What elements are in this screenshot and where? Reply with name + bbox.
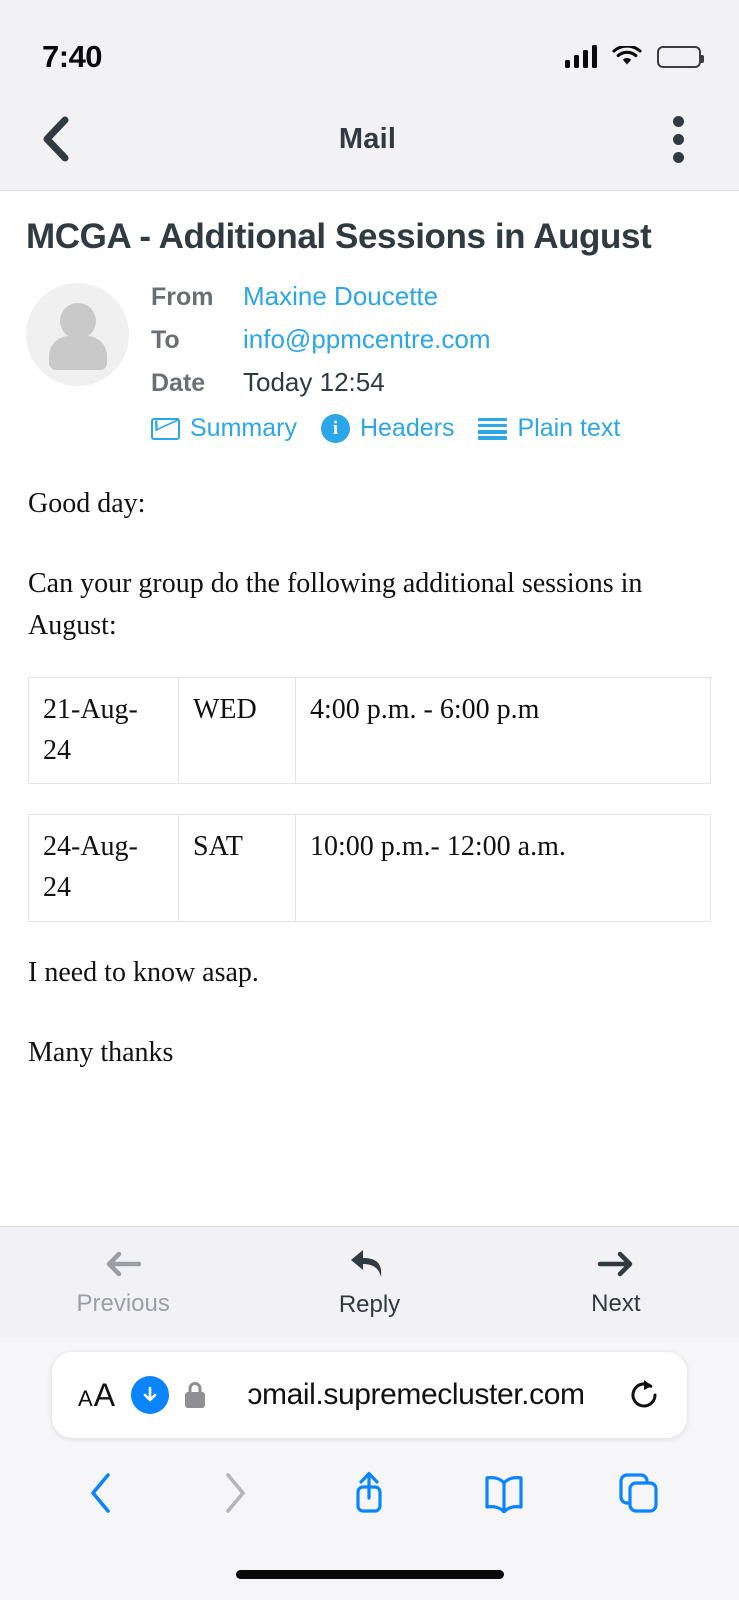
summary-action[interactable]: Summary: [151, 414, 297, 443]
email-fields: From Maxine Doucette To info@ppmcentre.c…: [151, 279, 713, 444]
email-action-links: Summary i Headers Plain text: [151, 414, 713, 444]
status-indicators: [564, 45, 704, 68]
home-indicator: [0, 1548, 739, 1600]
plain-text-label: Plain text: [517, 414, 621, 443]
table-row: 24-Aug-24 SAT 10:00 p.m.- 12:00 a.m.: [28, 814, 711, 922]
body-intro: Can your group do the following addition…: [28, 568, 643, 642]
cell-day: WED: [178, 677, 296, 785]
bookmarks-book-icon[interactable]: [467, 1456, 541, 1530]
reply-label: Reply: [338, 1290, 401, 1318]
previous-button[interactable]: Previous: [0, 1248, 246, 1318]
email-view: MCGA - Additional Sessions in August Fro…: [0, 191, 739, 1226]
text-size-small-a: A: [78, 1385, 93, 1411]
envelope-icon: [151, 417, 180, 440]
previous-label: Previous: [76, 1289, 170, 1317]
email-field-date: Date Today 12:54: [151, 367, 713, 398]
reload-icon[interactable]: [627, 1378, 661, 1412]
schedule-table-2: 24-Aug-24 SAT 10:00 p.m.- 12:00 a.m.: [28, 814, 711, 922]
battery-low-icon: [657, 46, 704, 68]
arrow-left-icon: [106, 1251, 142, 1276]
email-meta: From Maxine Doucette To info@ppmcentre.c…: [26, 279, 713, 444]
email-field-from: From Maxine Doucette: [151, 281, 713, 312]
info-circle-icon: i: [320, 414, 350, 444]
lock-icon: [185, 1382, 206, 1408]
back-chevron-icon[interactable]: [64, 1456, 138, 1530]
forward-chevron-icon: [198, 1456, 272, 1530]
body-signoff: Many thanks: [28, 1036, 174, 1068]
status-time: 7:40: [42, 39, 103, 74]
email-subject: MCGA - Additional Sessions in August: [26, 217, 652, 256]
summary-label: Summary: [190, 414, 297, 443]
cell-day: SAT: [178, 814, 296, 922]
share-icon[interactable]: [332, 1456, 406, 1530]
headers-action[interactable]: i Headers: [320, 414, 455, 444]
field-label-from: From: [151, 283, 214, 312]
safari-chrome: AA ɔmail.supremecluster.com: [0, 1338, 739, 1600]
download-arrow-icon[interactable]: [131, 1376, 170, 1414]
list-lines-icon: [478, 417, 508, 440]
url-text[interactable]: ɔmail.supremecluster.com: [221, 1378, 611, 1412]
mail-nav-bar: Previous Reply Next: [0, 1226, 739, 1338]
field-label-date: Date: [151, 369, 206, 398]
phone-screen: 7:40 Mail MCGA - Additional Sessions in …: [0, 0, 739, 1600]
field-value-to[interactable]: info@ppmcentre.com: [243, 324, 491, 355]
address-bar[interactable]: AA ɔmail.supremecluster.com: [52, 1352, 687, 1438]
text-size-button[interactable]: AA: [78, 1377, 115, 1414]
cell-date: 24-Aug-24: [28, 814, 179, 922]
text-size-large-a: A: [93, 1376, 116, 1413]
reply-button[interactable]: Reply: [246, 1247, 492, 1319]
wifi-icon: [612, 46, 642, 65]
cell-time: 10:00 p.m.- 12:00 a.m.: [295, 814, 711, 922]
mail-app-header: Mail: [0, 88, 739, 191]
overflow-menu-icon[interactable]: [649, 109, 709, 169]
arrow-right-icon: [597, 1251, 633, 1276]
body-greeting: Good day:: [28, 488, 146, 520]
body-request: I need to know asap.: [28, 956, 259, 988]
reply-arrow-icon: [351, 1249, 382, 1277]
tabs-icon[interactable]: [601, 1456, 675, 1530]
schedule-table-1: 21-Aug-24 WED 4:00 p.m. - 6:00 p.m: [28, 677, 711, 785]
plain-text-action[interactable]: Plain text: [478, 414, 620, 443]
headers-label: Headers: [359, 414, 455, 443]
cell-date: 21-Aug-24: [28, 677, 179, 785]
next-button[interactable]: Next: [493, 1248, 739, 1318]
cellular-signal-icon: [564, 45, 597, 68]
next-label: Next: [591, 1289, 641, 1317]
chevron-left-icon[interactable]: [26, 109, 86, 169]
field-value-from[interactable]: Maxine Doucette: [243, 281, 438, 312]
email-body: Good day: Can your group do the followin…: [26, 483, 713, 1073]
safari-toolbar: [0, 1438, 739, 1548]
cell-time: 4:00 p.m. - 6:00 p.m: [295, 677, 711, 785]
person-avatar-icon: [26, 283, 129, 387]
field-value-date: Today 12:54: [243, 367, 385, 398]
field-label-to: To: [151, 326, 180, 355]
email-field-to: To info@ppmcentre.com: [151, 324, 713, 355]
page-title: Mail: [338, 122, 397, 155]
status-bar: 7:40: [0, 0, 739, 88]
table-row: 21-Aug-24 WED 4:00 p.m. - 6:00 p.m: [28, 677, 711, 785]
